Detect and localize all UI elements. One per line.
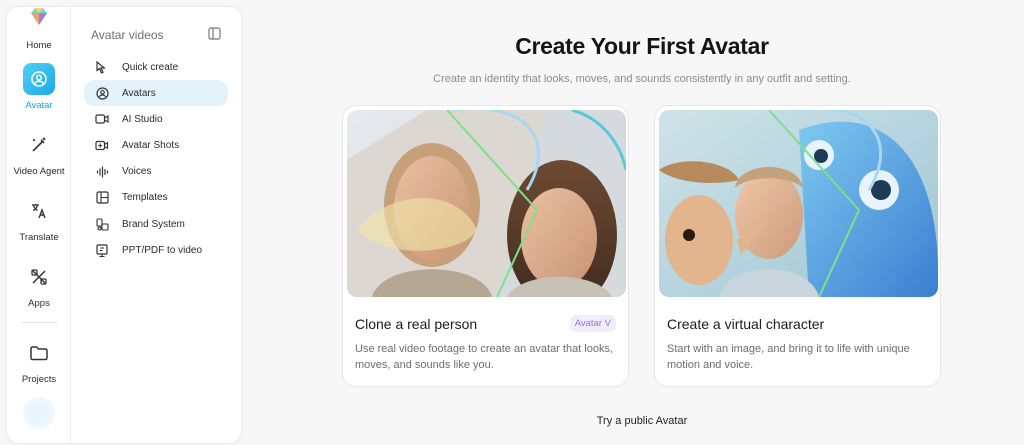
panel-title: Avatar videos [91, 28, 164, 42]
card-create-virtual-character[interactable]: Create a virtual character Start with an… [654, 105, 941, 387]
menu-item-ai-studio[interactable]: AI Studio [84, 106, 228, 132]
rail-item-translate[interactable]: Translate [7, 195, 71, 243]
menu-item-label: PPT/PDF to video [122, 244, 203, 256]
menu-item-templates[interactable]: Templates [84, 185, 228, 211]
layout-icon [94, 190, 110, 206]
rail-item-projects[interactable]: Projects [7, 337, 71, 385]
menu-item-label: Brand System [122, 218, 185, 230]
rail-item-video-agent[interactable]: Video Agent [7, 129, 71, 177]
card-clone-real-person[interactable]: Clone a real person Avatar V Use real vi… [342, 105, 629, 387]
real-person-preview-image [347, 110, 626, 297]
menu-item-label: Avatar Shots [122, 140, 180, 152]
avatar-v-badge: Avatar V [569, 315, 616, 332]
sub-nav-panel: Avatar videos Quick create Avatars AI St… [71, 7, 241, 443]
menu-item-voices[interactable]: Voices [84, 159, 228, 185]
page-title: Create Your First Avatar [515, 33, 769, 59]
rail-item-label: Apps [28, 298, 50, 309]
try-public-avatar-link[interactable]: Try a public Avatar [342, 415, 942, 427]
sidebar: Home Avatar Video Agent Translate Apps P… [7, 7, 241, 443]
card-title: Clone a real person [355, 316, 478, 332]
waveform-icon [94, 164, 110, 180]
card-title: Create a virtual character [667, 316, 825, 332]
rail-item-apps[interactable]: Apps [7, 261, 71, 309]
translate-icon [23, 195, 55, 227]
video-camera-icon [94, 111, 110, 127]
menu-item-avatar-shots[interactable]: Avatar Shots [84, 133, 228, 159]
card-description: Start with an image, and bring it to lif… [667, 343, 910, 371]
menu-item-label: Quick create [122, 61, 179, 73]
user-avatar[interactable] [23, 397, 55, 429]
nav-rail: Home Avatar Video Agent Translate Apps P… [7, 7, 71, 443]
menu-item-brand-system[interactable]: Brand System [84, 211, 228, 237]
rail-item-label: Translate [19, 232, 59, 243]
magic-wand-icon [23, 129, 55, 161]
virtual-character-preview-image [659, 110, 938, 297]
brand-icon [94, 216, 110, 232]
card-description: Use real video footage to create an avat… [355, 343, 614, 371]
rail-item-label: Home [26, 40, 52, 51]
rail-item-label: Avatar [25, 100, 53, 111]
folder-icon [23, 337, 55, 369]
menu-item-label: AI Studio [122, 113, 163, 125]
sidebar-toggle-icon[interactable] [208, 27, 221, 40]
video-plus-icon [94, 138, 110, 154]
avatar-videos-menu: Quick create Avatars AI Studio Avatar Sh… [84, 54, 228, 264]
presentation-icon [94, 242, 110, 258]
avatar-icon [23, 63, 55, 95]
rail-item-label: Video Agent [13, 166, 65, 177]
menu-item-avatars[interactable]: Avatars [84, 80, 228, 107]
rail-item-avatar[interactable]: Avatar [7, 63, 71, 111]
apps-icon [23, 261, 55, 293]
page-subtitle: Create an identity that looks, moves, an… [433, 73, 851, 85]
menu-item-ppt-pdf-to-video[interactable]: PPT/PDF to video [84, 237, 228, 263]
rail-item-home[interactable]: Home [7, 35, 71, 51]
rail-divider [21, 322, 57, 323]
menu-item-label: Avatars [122, 87, 156, 99]
cursor-icon [94, 59, 110, 75]
app-logo-icon [31, 8, 47, 25]
rail-item-label: Projects [21, 374, 57, 385]
menu-item-label: Voices [122, 166, 152, 178]
menu-item-quick-create[interactable]: Quick create [84, 54, 228, 80]
menu-item-label: Templates [122, 192, 168, 204]
user-circle-icon [94, 85, 110, 101]
